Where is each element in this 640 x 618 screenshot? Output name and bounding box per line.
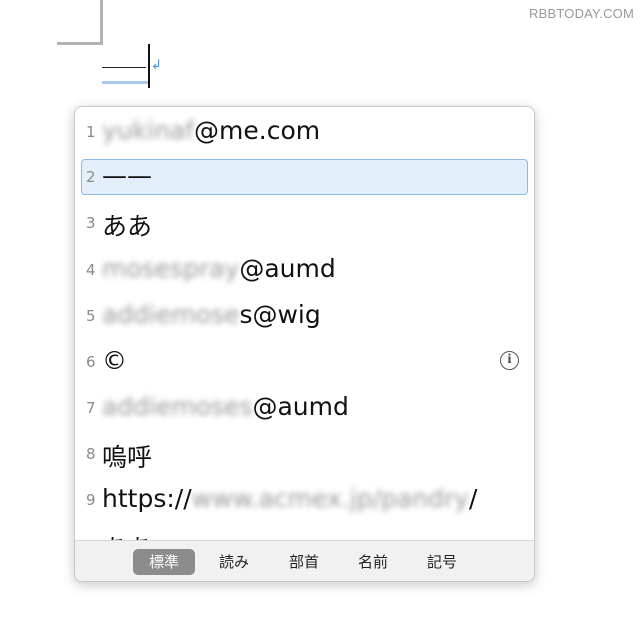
candidate-text: addiemoses@aumd	[102, 392, 349, 421]
candidate-number: 5	[86, 307, 96, 325]
candidate-number: 9	[86, 491, 96, 509]
watermark: RBBTODAY.COM	[529, 6, 634, 21]
candidate-number: 8	[86, 445, 96, 463]
candidate-7[interactable]: 7 addiemoses@aumd	[81, 390, 528, 426]
candidate-visible-text: @aumd	[239, 254, 336, 283]
info-icon[interactable]: i	[500, 351, 519, 370]
candidate-number: 7	[86, 399, 96, 417]
candidate-visible-text: @me.com	[194, 116, 321, 145]
tab-reading[interactable]: 読み	[203, 549, 265, 575]
tab-standard[interactable]: 標準	[133, 549, 195, 575]
candidate-text: addiemoses@wig	[102, 300, 321, 329]
candidate-visible-text: ——	[102, 161, 152, 190]
candidate-number: 2	[86, 168, 96, 186]
candidate-prefix: https://	[102, 484, 192, 513]
candidate-visible-text: /	[468, 484, 478, 513]
candidate-list: 1 yukinaf@me.com 2 —— 3 ああ 4 mosespray@a…	[75, 107, 534, 541]
text-cursor	[148, 44, 150, 88]
blurred-text: mosespray	[102, 254, 240, 283]
candidate-text: yukinaf@me.com	[102, 116, 320, 145]
candidate-text: https://www.acmex.jp/pandry/	[102, 484, 477, 513]
blurred-text: addiemose	[102, 300, 240, 329]
candidate-8[interactable]: 8 嗚呼	[81, 436, 528, 472]
candidate-visible-text: ああ	[102, 212, 153, 241]
tab-symbol[interactable]: 記号	[411, 549, 473, 575]
typed-dash	[102, 67, 146, 68]
blurred-text: www.acmex.jp/pandry	[191, 484, 469, 513]
candidate-visible-text: 嗚呼	[102, 443, 153, 472]
candidate-visible-text: ©	[102, 346, 127, 375]
candidate-1[interactable]: 1 yukinaf@me.com	[81, 114, 528, 150]
document-page-corner	[57, 0, 103, 45]
candidate-number: 6	[86, 353, 96, 371]
return-mark-icon: ↲	[151, 58, 162, 73]
document-typed-text	[102, 50, 148, 84]
candidate-number: 4	[86, 261, 96, 279]
candidate-tab-bar: 標準 読み 部首 名前 記号	[75, 540, 534, 581]
candidate-3[interactable]: 3 ああ	[81, 205, 528, 241]
candidate-visible-text: s@wig	[239, 300, 321, 329]
input-underline	[102, 81, 148, 84]
candidate-number: 1	[86, 123, 96, 141]
blurred-text: addiemoses	[102, 392, 253, 421]
candidate-number: 3	[86, 214, 96, 232]
blurred-text: yukinaf	[102, 116, 195, 145]
candidate-5[interactable]: 5 addiemoses@wig	[81, 298, 528, 334]
candidate-window: 1 yukinaf@me.com 2 —— 3 ああ 4 mosespray@a…	[74, 106, 535, 582]
candidate-2[interactable]: 2 ——	[81, 159, 528, 195]
candidate-9[interactable]: 9 https://www.acmex.jp/pandry/	[81, 482, 528, 518]
candidate-text: mosespray@aumd	[102, 254, 336, 283]
candidate-6[interactable]: 6 © i	[81, 344, 528, 380]
candidate-10[interactable]: ああ	[81, 527, 528, 541]
candidate-4[interactable]: 4 mosespray@aumd	[81, 252, 528, 288]
tab-radical[interactable]: 部首	[273, 549, 335, 575]
tab-name[interactable]: 名前	[342, 549, 404, 575]
candidate-visible-text: @aumd	[252, 392, 349, 421]
